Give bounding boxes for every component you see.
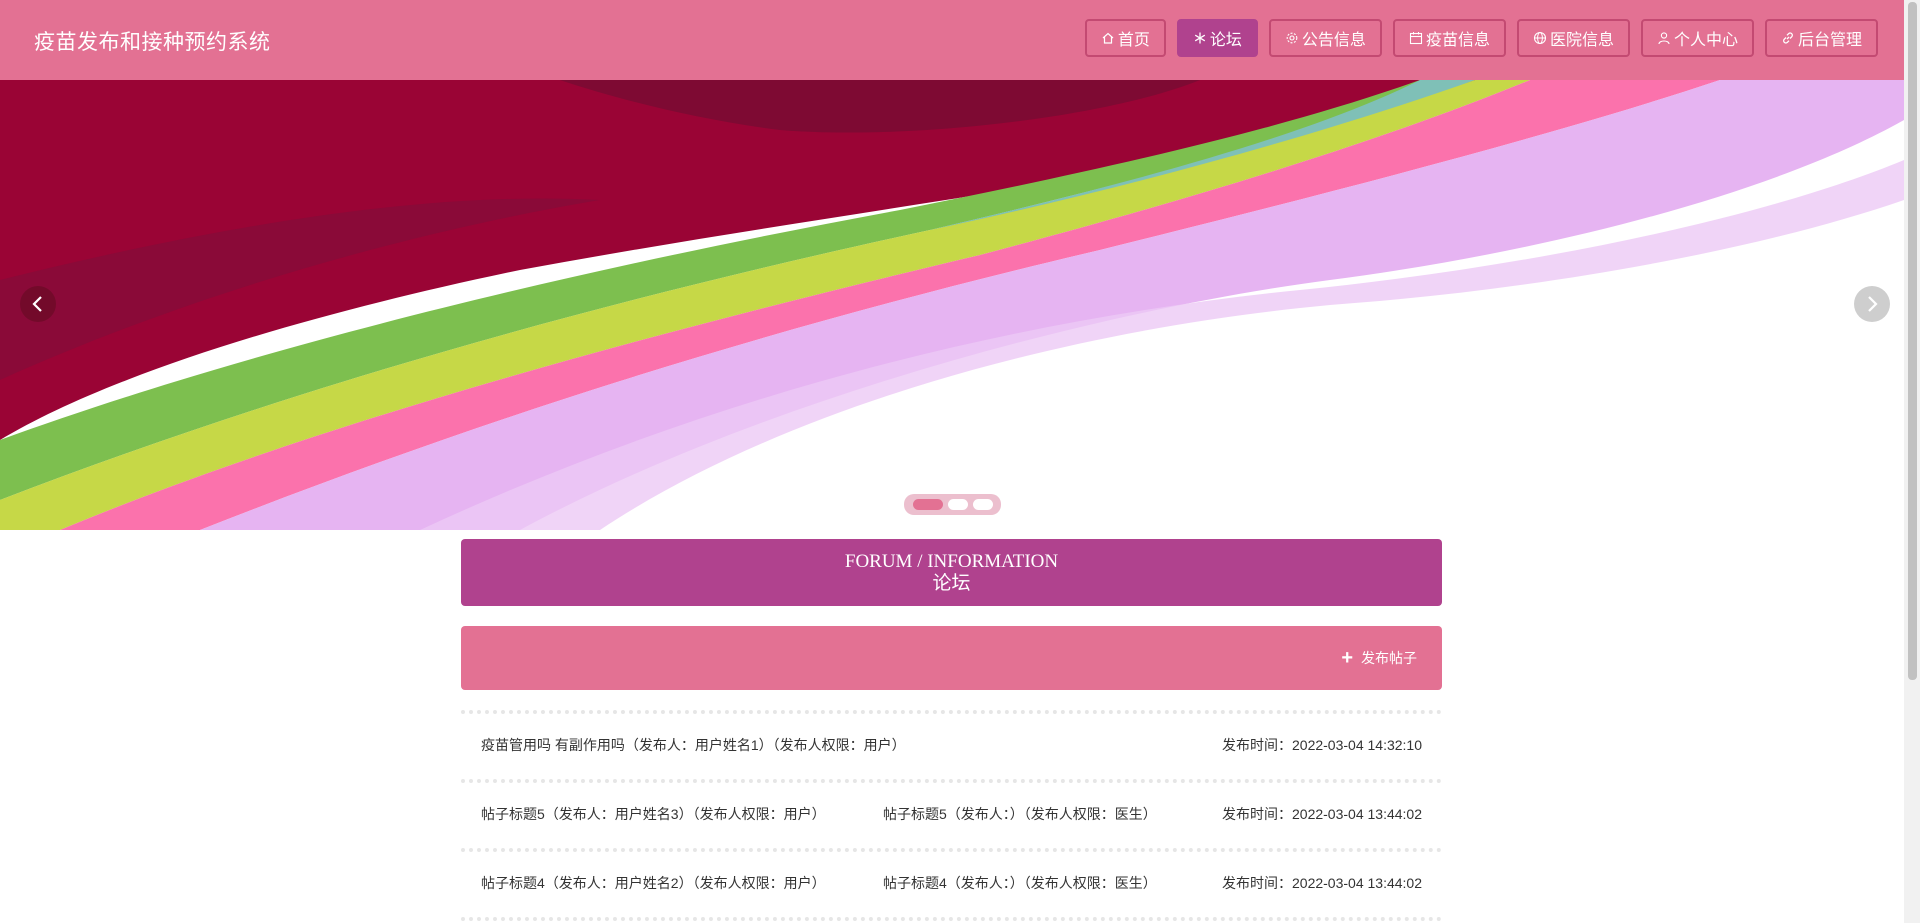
forum-section: FORUM / INFORMATION 论坛 + 发布帖子 疫苗管用吗 有副作用… (461, 539, 1442, 921)
nav-announcements-label: 公告信息 (1301, 32, 1366, 49)
nav-vaccines-label: 疫苗信息 (1425, 32, 1490, 49)
nav-profile-label: 个人中心 (1673, 32, 1738, 49)
link-icon (1783, 32, 1793, 44)
nav-hospitals[interactable]: 医院信息 (1516, 19, 1630, 57)
section-title-en: FORUM / INFORMATION (844, 551, 1059, 572)
post-time: 发布时间：2022-03-04 13:44:02 (1222, 875, 1422, 891)
post-row: 帖子标题4（发布人：用户姓名2）（发布人权限：用户） 帖子标题4（发布人：）（发… (461, 848, 1442, 917)
new-post-label: 发布帖子 (1361, 650, 1417, 666)
action-bar: + 发布帖子 (461, 626, 1442, 690)
user-icon (1658, 32, 1670, 45)
scrollbar-thumb[interactable] (1908, 2, 1917, 680)
site-title: 疫苗发布和接种预约系统 (34, 30, 271, 54)
post-link[interactable]: 帖子标题4（发布人：）（发布人权限：医生） (883, 873, 1157, 893)
globe-icon (1533, 31, 1547, 45)
plus-icon: + (1341, 647, 1353, 669)
nav-hospitals-label: 医院信息 (1549, 32, 1614, 49)
nav-home[interactable]: 首页 (1084, 19, 1166, 57)
post-row: 帖子标题5（发布人：用户姓名3）（发布人权限：用户） 帖子标题5（发布人：）（发… (461, 779, 1442, 848)
nav-forum-label: 论坛 (1209, 32, 1242, 49)
nav-vaccines[interactable]: 疫苗信息 (1392, 19, 1506, 57)
nav-announcements[interactable]: 公告信息 (1268, 19, 1382, 57)
carousel-dot-3[interactable] (972, 499, 993, 510)
nav-profile[interactable]: 个人中心 (1640, 19, 1754, 57)
post-link[interactable]: 疫苗管用吗 有副作用吗（发布人：用户姓名1）（发布人权限：用户） (481, 735, 906, 755)
post-link[interactable]: 帖子标题4（发布人：用户姓名2）（发布人权限：用户） (481, 873, 826, 893)
gear-icon (1286, 32, 1298, 44)
calendar-icon (1409, 32, 1422, 45)
chevron-left-icon (32, 296, 42, 312)
post-divider (461, 917, 1442, 921)
carousel-dot-1[interactable] (912, 499, 943, 510)
section-title-cn: 论坛 (932, 573, 971, 594)
carousel-indicators (904, 494, 1001, 515)
banner-image (0, 80, 1904, 530)
post-time: 发布时间：2022-03-04 13:44:02 (1222, 806, 1422, 822)
post-time: 发布时间：2022-03-04 14:32:10 (1222, 737, 1422, 753)
banner-carousel (0, 80, 1904, 530)
nav-forum[interactable]: 论坛 (1176, 19, 1258, 57)
carousel-prev-button[interactable] (20, 286, 56, 322)
home-icon (1102, 32, 1114, 44)
new-post-button[interactable]: + 发布帖子 (1341, 648, 1417, 668)
chevron-right-icon (1868, 296, 1878, 312)
main-nav: 首页 论坛 公告信息 疫苗信息 医院信息 个人中心 后台管理 (1084, 19, 1878, 57)
page-scrollbar[interactable] (1904, 0, 1920, 923)
post-link[interactable]: 帖子标题5（发布人：）（发布人权限：医生） (883, 804, 1157, 824)
nav-admin[interactable]: 后台管理 (1764, 19, 1878, 57)
post-list: 疫苗管用吗 有副作用吗（发布人：用户姓名1）（发布人权限：用户） 发布时间：20… (461, 710, 1442, 921)
section-header: FORUM / INFORMATION 论坛 (461, 539, 1442, 606)
post-link[interactable]: 帖子标题5（发布人：用户姓名3）（发布人权限：用户） (481, 804, 826, 824)
nav-admin-label: 后台管理 (1797, 32, 1862, 49)
carousel-next-button[interactable] (1854, 286, 1890, 322)
nav-home-label: 首页 (1117, 32, 1150, 49)
carousel-dot-2[interactable] (947, 499, 968, 510)
snowflake-icon (1194, 32, 1206, 44)
top-navbar: 疫苗发布和接种预约系统 首页 论坛 公告信息 疫苗信息 医院信息 个人中心 后台… (0, 0, 1904, 80)
post-row: 疫苗管用吗 有副作用吗（发布人：用户姓名1）（发布人权限：用户） 发布时间：20… (461, 710, 1442, 779)
